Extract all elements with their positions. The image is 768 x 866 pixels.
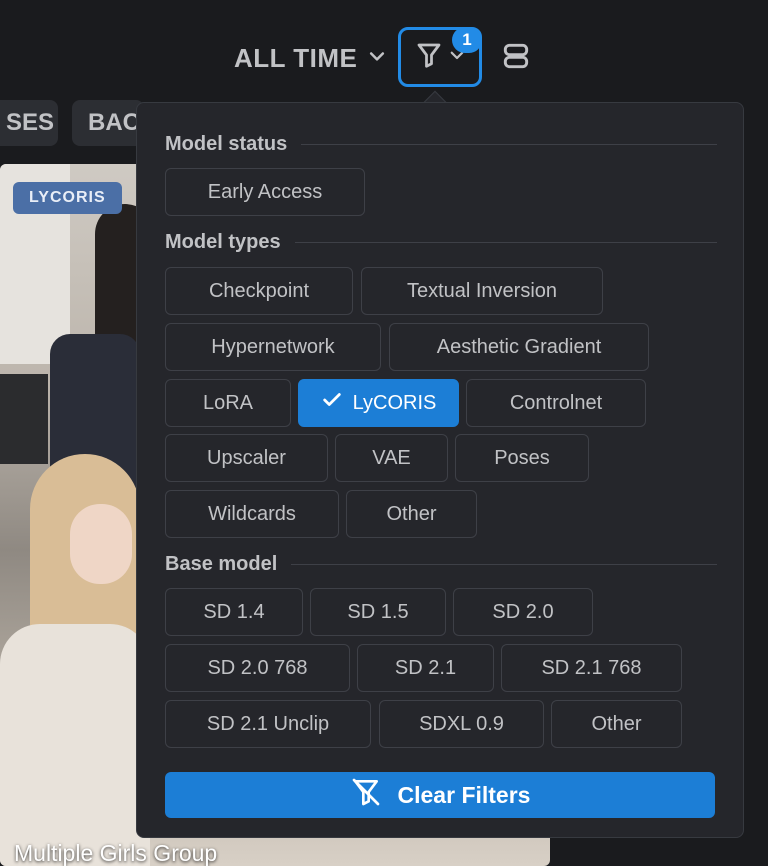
chevron-down-icon — [367, 46, 387, 71]
top-bar: ALL TIME 1 — [0, 0, 768, 100]
filter-popover: Model status Early Access Model types Ch… — [136, 102, 744, 838]
chip-sd-1-5[interactable]: SD 1.5 — [310, 588, 446, 636]
clear-filters-label: Clear Filters — [397, 781, 531, 808]
divider — [301, 144, 717, 145]
chip-textual-inversion[interactable]: Textual Inversion — [361, 267, 603, 315]
section-model-status: Model status — [165, 133, 717, 156]
divider — [291, 564, 717, 565]
chip-lycoris[interactable]: LyCORIS — [298, 379, 459, 427]
chip-other-base[interactable]: Other — [551, 700, 682, 748]
chip-sd-2-1[interactable]: SD 2.1 — [357, 644, 494, 692]
chip-early-access[interactable]: Early Access — [165, 168, 365, 216]
card-title: Multiple Girls Group — [14, 840, 218, 866]
section-label: Model status — [165, 133, 288, 155]
chip-sd-2-1-unclip[interactable]: SD 2.1 Unclip — [165, 700, 371, 748]
check-icon — [321, 389, 343, 417]
layout-toggle-button[interactable] — [498, 40, 534, 76]
section-label: Model types — [165, 231, 281, 253]
chip-sd-1-4[interactable]: SD 1.4 — [165, 588, 303, 636]
section-model-types: Model types — [165, 231, 717, 254]
clear-filters-button[interactable]: Clear Filters — [165, 772, 715, 818]
section-label: Base model — [165, 553, 278, 575]
chip-sd-2-1-768[interactable]: SD 2.1 768 — [501, 644, 682, 692]
chip-other-type[interactable]: Other — [346, 490, 477, 538]
filter-off-icon — [350, 776, 382, 814]
divider — [294, 242, 717, 243]
model-type-badge: LYCORIS — [13, 182, 122, 214]
chip-hypernetwork[interactable]: Hypernetwork — [165, 323, 381, 371]
section-base-model: Base model — [165, 553, 717, 576]
chip-upscaler[interactable]: Upscaler — [165, 434, 328, 482]
chip-poses[interactable]: Poses — [455, 434, 589, 482]
filter-icon — [414, 40, 444, 75]
chip-vae[interactable]: VAE — [335, 434, 448, 482]
period-label: ALL TIME — [234, 42, 358, 73]
category-chip[interactable]: SES — [0, 100, 58, 146]
chip-lora[interactable]: LoRA — [165, 379, 291, 427]
category-chip[interactable]: BAC — [72, 100, 144, 146]
filter-count-badge: 1 — [452, 27, 482, 53]
chip-label: LyCORIS — [352, 391, 437, 414]
chip-sdxl-0-9[interactable]: SDXL 0.9 — [379, 700, 544, 748]
chip-aesthetic-gradient[interactable]: Aesthetic Gradient — [389, 323, 649, 371]
period-dropdown[interactable]: ALL TIME — [234, 40, 387, 76]
chip-controlnet[interactable]: Controlnet — [466, 379, 646, 427]
layout-rows-icon — [500, 40, 532, 77]
chip-sd-2-0-768[interactable]: SD 2.0 768 — [165, 644, 350, 692]
chip-wildcards[interactable]: Wildcards — [165, 490, 339, 538]
chip-checkpoint[interactable]: Checkpoint — [165, 267, 353, 315]
chip-sd-2-0[interactable]: SD 2.0 — [453, 588, 593, 636]
